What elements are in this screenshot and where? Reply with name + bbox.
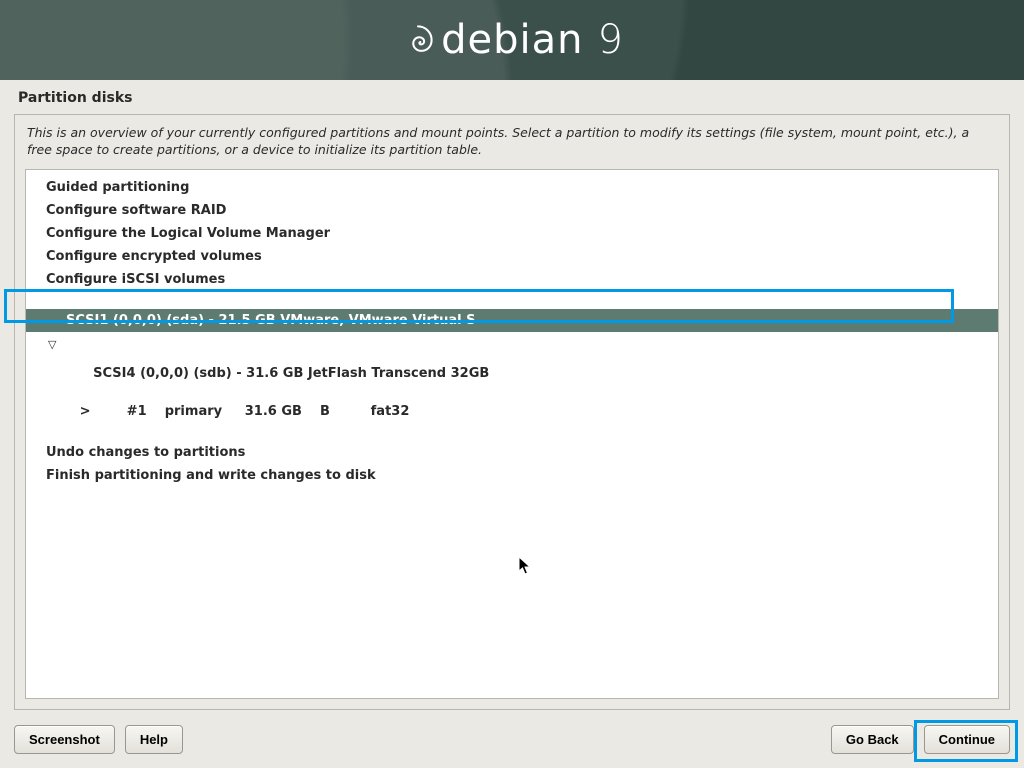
opt-configure-iscsi[interactable]: Configure iSCSI volumes bbox=[26, 268, 998, 291]
intro-text: This is an overview of your currently co… bbox=[25, 125, 999, 169]
disk-sdb[interactable]: ▽ SCSI4 (0,0,0) (sdb) - 31.6 GB JetFlash… bbox=[26, 332, 998, 400]
main-panel: This is an overview of your currently co… bbox=[14, 114, 1010, 710]
disk-sdb-label: SCSI4 (0,0,0) (sdb) - 31.6 GB JetFlash T… bbox=[93, 366, 489, 381]
partition-sdb-1[interactable]: > #1 primary 31.6 GB B fat32 bbox=[26, 400, 998, 423]
brand-name: debian bbox=[441, 17, 583, 63]
debian-swirl-icon bbox=[401, 23, 435, 57]
help-button[interactable]: Help bbox=[125, 725, 183, 754]
footer-bar: Screenshot Help Go Back Continue bbox=[0, 713, 1024, 768]
list-spacer bbox=[26, 291, 998, 309]
screenshot-button[interactable]: Screenshot bbox=[14, 725, 115, 754]
header-banner: debian 9 bbox=[0, 0, 1024, 80]
opt-configure-lvm[interactable]: Configure the Logical Volume Manager bbox=[26, 222, 998, 245]
partition-listbox[interactable]: Guided partitioning Configure software R… bbox=[25, 169, 999, 699]
page-title: Partition disks bbox=[0, 80, 1024, 114]
opt-configure-raid[interactable]: Configure software RAID bbox=[26, 199, 998, 222]
opt-finish-partitioning[interactable]: Finish partitioning and write changes to… bbox=[26, 464, 998, 487]
opt-configure-encrypted[interactable]: Configure encrypted volumes bbox=[26, 245, 998, 268]
opt-undo-changes[interactable]: Undo changes to partitions bbox=[26, 441, 998, 464]
opt-guided-partitioning[interactable]: Guided partitioning bbox=[26, 176, 998, 199]
go-back-button[interactable]: Go Back bbox=[831, 725, 914, 754]
brand-version: 9 bbox=[597, 17, 622, 63]
disk-sda[interactable]: SCSI1 (0,0,0) (sda) - 21.5 GB VMware, VM… bbox=[26, 309, 998, 332]
list-spacer bbox=[26, 423, 998, 441]
debian-logo: debian 9 bbox=[401, 17, 623, 63]
continue-button[interactable]: Continue bbox=[924, 725, 1010, 754]
expand-triangle-icon: ▽ bbox=[48, 338, 56, 351]
